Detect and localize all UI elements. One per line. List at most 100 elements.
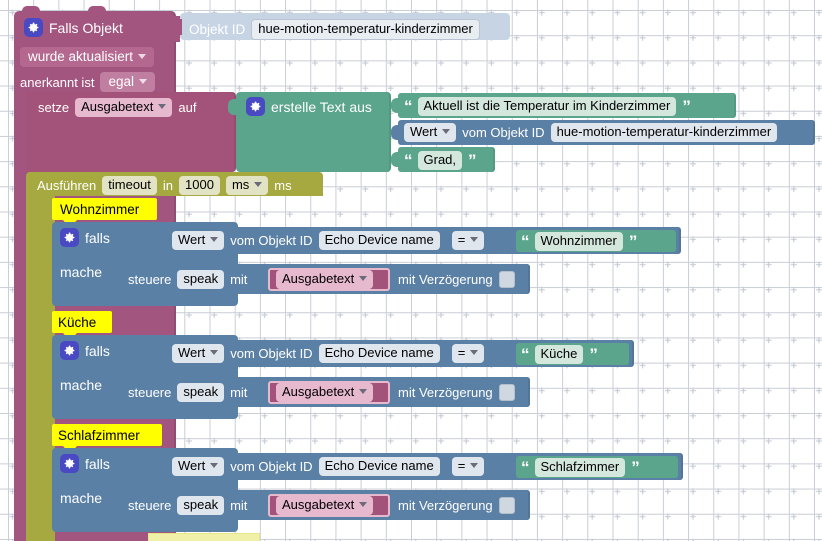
trigger-title: Falls Objekt — [49, 19, 123, 36]
if-header-wohnzimmer: falls — [60, 228, 110, 247]
timeout-block-body[interactable] — [26, 196, 55, 541]
compare-value-field-wohnzimmer[interactable]: Wohnzimmer — [534, 231, 623, 251]
compare-operator-dropdown-schlafzimmer[interactable]: = — [451, 457, 485, 476]
open-quote-icon: “ — [404, 151, 412, 170]
timeout-delay-field[interactable]: 1000 — [179, 176, 220, 195]
set-variable-dropdown[interactable]: Ausgabetext — [75, 98, 173, 117]
open-quote-icon: “ — [404, 97, 412, 116]
objectid-label: Objekt ID — [189, 22, 246, 37]
compare-operator-label-kueche: = — [457, 345, 466, 360]
timeout-row: Ausführen timeout in 1000 ms ms — [37, 176, 292, 195]
compare-operator-label-schlafzimmer: = — [457, 458, 466, 473]
if-header-schlafzimmer: falls — [60, 454, 110, 473]
gear-icon[interactable] — [60, 454, 79, 473]
close-quote-icon: ” — [468, 151, 476, 170]
timeout-name-field[interactable]: timeout — [102, 176, 157, 195]
compare-from-label-wohnzimmer: vom Objekt ID — [230, 233, 313, 248]
control-delay-checkbox-wohnzimmer[interactable] — [498, 271, 515, 288]
if-label-kueche: falls — [85, 342, 110, 359]
if-label-wohnzimmer: falls — [85, 229, 110, 246]
control-delay-checkbox-schlafzimmer[interactable] — [498, 497, 515, 514]
compare-objectid-field-wohnzimmer[interactable]: Echo Device name — [318, 231, 440, 250]
trigger-header: Falls Objekt — [24, 18, 123, 37]
timeout-unit-dropdown[interactable]: ms — [225, 176, 269, 195]
if-label-schlafzimmer: falls — [85, 455, 110, 472]
control-with-label-kueche: mit — [230, 385, 248, 400]
compare-objectid-field-schlafzimmer[interactable]: Echo Device name — [318, 457, 440, 476]
do-label-kueche: mache — [60, 377, 103, 393]
compare-value-field-schlafzimmer[interactable]: Schlafzimmer — [534, 457, 626, 477]
comment-text-wohnzimmer: Wohnzimmer — [60, 202, 140, 217]
control-value-label-wohnzimmer: Ausgabetext — [282, 271, 355, 286]
trigger-ack-dropdown[interactable]: egal — [100, 72, 155, 92]
control-delay-row-kueche: mit Verzögerung — [398, 384, 515, 401]
timeout-unit-label: ms — [231, 177, 250, 192]
gear-icon[interactable] — [246, 97, 265, 116]
set-label: setze — [38, 100, 70, 115]
if-header-kueche: falls — [60, 341, 110, 360]
compare-objectid-field-kueche[interactable]: Echo Device name — [318, 344, 440, 363]
text-part-3-row: “ Grad, ” — [404, 150, 476, 170]
text-part-3-tab — [391, 152, 400, 167]
compare-attr-dropdown-schlafzimmer[interactable]: Wert — [172, 457, 225, 476]
timeout-in-label: in — [162, 178, 174, 193]
objectid-row: Objekt ID hue-motion-temperatur-kinderzi… — [189, 19, 480, 40]
close-quote-icon: ” — [631, 458, 639, 477]
set-variable-name: Ausgabetext — [81, 99, 154, 114]
compare-attr-label-schlafzimmer: Wert — [178, 458, 206, 473]
control-label-wohnzimmer: steuere — [128, 272, 172, 287]
compare-attr-label-wohnzimmer: Wert — [178, 232, 206, 247]
control-with-label-schlafzimmer: mit — [230, 498, 248, 513]
control-delay-label-kueche: mit Verzögerung — [398, 385, 493, 400]
gear-icon[interactable] — [60, 228, 79, 247]
trigger-ack-label: anerkannt ist — [20, 74, 95, 90]
comment-text-kueche: Küche — [58, 315, 97, 330]
control-command-field-kueche[interactable]: speak — [177, 383, 225, 402]
compare-attr-dropdown-kueche[interactable]: Wert — [172, 344, 225, 363]
compare-value-row-schlafzimmer: “ Schlafzimmer ” — [521, 457, 640, 477]
control-value-dropdown-wohnzimmer[interactable]: Ausgabetext — [276, 270, 374, 289]
trigger-block-top-notch2 — [88, 6, 106, 14]
objectid-value-field[interactable]: hue-motion-temperatur-kinderzimmer — [251, 19, 480, 40]
text-part-2-objectid-field[interactable]: hue-motion-temperatur-kinderzimmer — [550, 123, 778, 142]
compare-row-schlafzimmer: Wert vom Objekt ID Echo Device name = — [172, 457, 485, 476]
compare-value-row-kueche: “ Küche ” — [521, 344, 598, 364]
compare-operator-label-wohnzimmer: = — [457, 232, 466, 247]
compare-from-label-kueche: vom Objekt ID — [230, 346, 313, 361]
compare-from-label-schlafzimmer: vom Objekt ID — [230, 459, 313, 474]
set-variable-row: setze Ausgabetext auf — [38, 98, 196, 117]
close-quote-icon: ” — [589, 345, 597, 364]
text-part-2-attr-dropdown[interactable]: Wert — [404, 123, 457, 142]
open-quote-icon: “ — [521, 232, 529, 251]
control-delay-label-schlafzimmer: mit Verzögerung — [398, 498, 493, 513]
compare-value-field-kueche[interactable]: Küche — [534, 344, 584, 364]
set-to-label: auf — [178, 100, 197, 115]
text-part-1-field[interactable]: Aktuell ist die Temperatur im Kinderzimm… — [417, 96, 677, 116]
control-row-kueche: steuere speak mit — [128, 383, 247, 402]
trigger-condition-row: wurde aktualisiert — [20, 47, 155, 67]
text-part-3-field[interactable]: Grad, — [417, 150, 463, 170]
trigger-ack-row: anerkannt ist egal — [20, 72, 155, 92]
compare-operator-dropdown-wohnzimmer[interactable]: = — [451, 231, 485, 250]
create-text-title: erstelle Text aus — [271, 98, 372, 115]
gear-icon[interactable] — [24, 18, 43, 37]
compare-operator-dropdown-kueche[interactable]: = — [451, 344, 485, 363]
control-delay-checkbox-kueche[interactable] — [498, 384, 515, 401]
gear-icon[interactable] — [60, 341, 79, 360]
blockly-workspace[interactable]: Falls Objekt Objekt ID hue-motion-temper… — [0, 0, 822, 541]
trigger-ack-value: egal — [108, 74, 134, 89]
compare-attr-dropdown-wohnzimmer[interactable]: Wert — [172, 231, 225, 250]
control-value-dropdown-kueche[interactable]: Ausgabetext — [276, 383, 374, 402]
control-row-wohnzimmer: steuere speak mit — [128, 270, 247, 289]
trigger-condition-label: wurde aktualisiert — [28, 49, 134, 64]
control-command-field-wohnzimmer[interactable]: speak — [177, 270, 225, 289]
open-quote-icon: “ — [521, 458, 529, 477]
control-value-row-kueche: Ausgabetext — [276, 383, 374, 402]
comment-label-next-partial[interactable] — [148, 533, 260, 541]
trigger-condition-dropdown[interactable]: wurde aktualisiert — [20, 47, 155, 67]
compare-row-kueche: Wert vom Objekt ID Echo Device name = — [172, 344, 485, 363]
do-label-schlafzimmer: mache — [60, 490, 103, 506]
control-command-field-schlafzimmer[interactable]: speak — [177, 496, 225, 515]
control-value-dropdown-schlafzimmer[interactable]: Ausgabetext — [276, 496, 374, 515]
control-delay-label-wohnzimmer: mit Verzögerung — [398, 272, 493, 287]
